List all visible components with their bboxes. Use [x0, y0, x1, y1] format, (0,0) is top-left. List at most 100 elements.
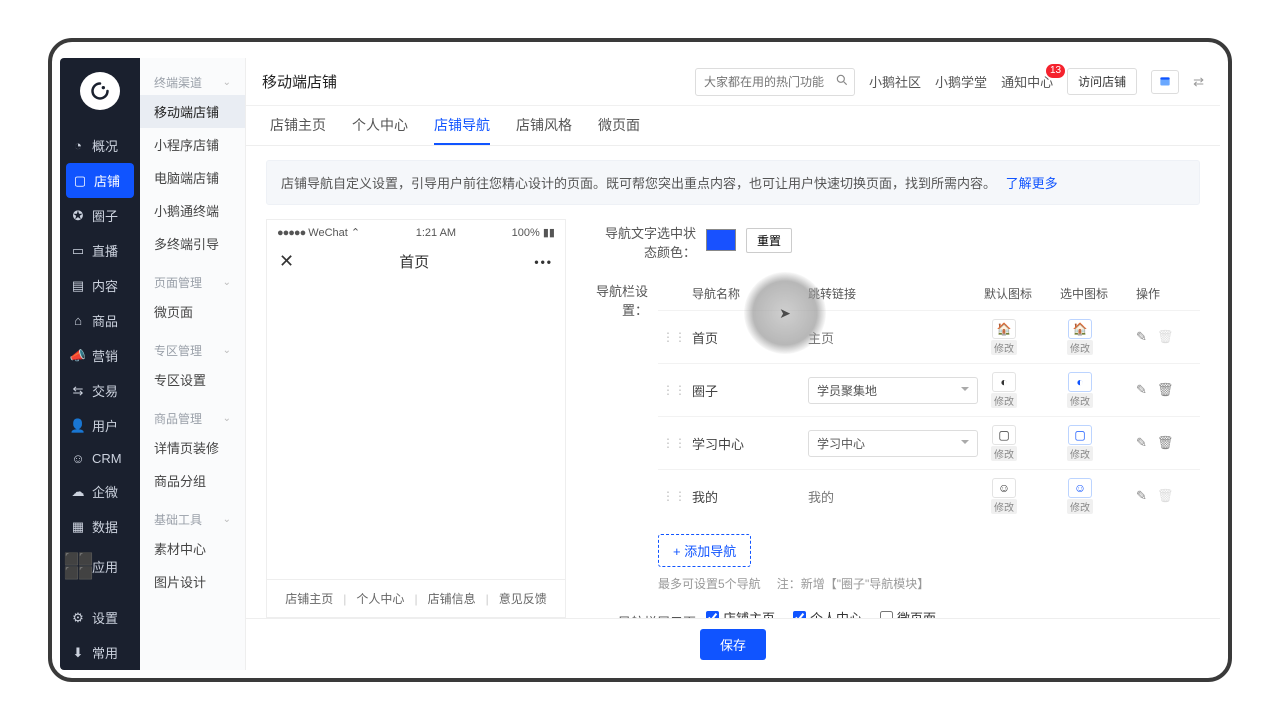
rail-item-交易[interactable]: ⇆交易	[60, 373, 140, 408]
main-area: 移动端店铺 小鹅社区 小鹅学堂 通知中心 13 访问店铺 ⇄ 店铺主页个人中心店…	[246, 58, 1220, 670]
phone-close-icon[interactable]: ✕	[279, 251, 294, 272]
banner-learn-more[interactable]: 了解更多	[1006, 176, 1058, 191]
tab-个人中心[interactable]: 个人中心	[352, 106, 408, 145]
rail-item-直播[interactable]: ▭直播	[60, 233, 140, 268]
color-swatch[interactable]	[706, 229, 736, 251]
sidebar-item-图片设计[interactable]: 图片设计	[140, 565, 245, 598]
rail-label: 概况	[92, 136, 118, 155]
rail-item-应用[interactable]: ⬛⬛⬛⬛应用	[60, 544, 140, 588]
rail-item-CRM[interactable]: ☺CRM	[60, 443, 140, 474]
display-option-店铺主页[interactable]: 店铺主页	[706, 608, 775, 618]
chevron-down-icon: ⌄	[223, 277, 231, 288]
sidebar-item-多终端引导[interactable]: 多终端引导	[140, 227, 245, 260]
drag-handle-icon[interactable]: ⋮⋮	[662, 330, 686, 344]
sidebar-item-专区设置[interactable]: 专区设置	[140, 363, 245, 396]
rail-item-设置[interactable]: ⚙设置	[60, 600, 140, 635]
sidebar-group-终端渠道[interactable]: 终端渠道⌄	[140, 68, 245, 95]
active-icon-picker[interactable]: ▢修改	[1060, 425, 1100, 461]
nav-link-select[interactable]: 学员聚集地	[808, 377, 978, 404]
swap-icon[interactable]: ⇄	[1193, 74, 1204, 90]
tab-微页面[interactable]: 微页面	[598, 106, 640, 145]
phone-footer-link[interactable]: 店铺信息	[414, 590, 475, 607]
drag-handle-icon[interactable]: ⋮⋮	[662, 383, 686, 397]
sidebar-group-专区管理[interactable]: 专区管理⌄	[140, 336, 245, 363]
sidebar-item-素材中心[interactable]: 素材中心	[140, 532, 245, 565]
active-icon-picker[interactable]: 🏠修改	[1060, 319, 1100, 355]
tab-店铺导航[interactable]: 店铺导航	[434, 106, 490, 145]
sidebar-item-详情页装修[interactable]: 详情页装修	[140, 431, 245, 464]
display-option-个人中心[interactable]: 个人中心	[793, 608, 862, 618]
rail-item-营销[interactable]: 📣营销	[60, 338, 140, 373]
add-nav-button[interactable]: + 添加导航	[658, 534, 751, 567]
color-label: 导航文字选中状态颜色：	[596, 219, 706, 261]
rail-label: 数据	[92, 517, 118, 536]
nav-row: ⋮⋮ 圈子 学员聚集地 ◐修改 ◐修改 ✎ 🗑	[658, 363, 1200, 416]
nav-name: 圈子	[692, 381, 802, 400]
link-notify[interactable]: 通知中心 13	[1001, 72, 1053, 91]
rail-item-数据[interactable]: ▦数据	[60, 509, 140, 544]
edit-icon[interactable]: ✎	[1136, 382, 1147, 398]
col-link: 跳转链接	[808, 285, 978, 302]
link-community[interactable]: 小鹅社区	[869, 72, 921, 91]
link-school[interactable]: 小鹅学堂	[935, 72, 987, 91]
default-icon-picker[interactable]: ◐修改	[984, 372, 1024, 408]
sidebar-item-小程序店铺[interactable]: 小程序店铺	[140, 128, 245, 161]
default-icon-picker[interactable]: ▢修改	[984, 425, 1024, 461]
col-active-icon: 选中图标	[1060, 285, 1130, 302]
tab-店铺主页[interactable]: 店铺主页	[270, 106, 326, 145]
settings-icon: ⚙	[70, 610, 86, 626]
rail-item-店铺[interactable]: ▢店铺	[66, 163, 134, 198]
visit-store-button[interactable]: 访问店铺	[1067, 68, 1137, 95]
sidebar-item-电脑端店铺[interactable]: 电脑端店铺	[140, 161, 245, 194]
nav-link-select[interactable]: 学习中心	[808, 430, 978, 457]
active-icon-picker[interactable]: ☺修改	[1060, 478, 1100, 514]
edit-icon[interactable]: ✎	[1136, 435, 1147, 451]
phone-footer-link[interactable]: 意见反馈	[486, 590, 547, 607]
delete-icon[interactable]: 🗑	[1157, 382, 1174, 398]
edit-icon[interactable]: ✎	[1136, 488, 1147, 504]
checkbox[interactable]	[706, 611, 719, 618]
rail-item-内容[interactable]: ▤内容	[60, 268, 140, 303]
delete-icon[interactable]: 🗑	[1157, 435, 1174, 451]
sidebar-group-商品管理[interactable]: 商品管理⌄	[140, 404, 245, 431]
left-rail: ◔概况▢店铺✪圈子▭直播▤内容⌂商品📣营销⇆交易👤用户☺CRM☁企微▦数据⬛⬛⬛…	[60, 58, 140, 670]
display-option-微页面[interactable]: 微页面	[880, 608, 936, 618]
col-ops: 操作	[1136, 285, 1196, 302]
checkbox[interactable]	[880, 611, 893, 618]
common-icon: ⬇	[70, 645, 86, 661]
rail-label: 交易	[92, 381, 118, 400]
drag-handle-icon[interactable]: ⋮⋮	[662, 489, 686, 503]
rail-item-用户[interactable]: 👤用户	[60, 408, 140, 443]
search-input[interactable]	[695, 68, 855, 96]
drag-handle-icon[interactable]: ⋮⋮	[662, 436, 686, 450]
rail-item-圈子[interactable]: ✪圈子	[60, 198, 140, 233]
default-icon-picker[interactable]: ☺修改	[984, 478, 1024, 514]
sidebar-item-微页面[interactable]: 微页面	[140, 295, 245, 328]
phone-more-icon[interactable]: •••	[534, 255, 553, 269]
rail-item-商品[interactable]: ⌂商品	[60, 303, 140, 338]
save-button[interactable]: 保存	[700, 629, 766, 660]
search-icon[interactable]	[835, 73, 849, 87]
sidebar-item-移动端店铺[interactable]: 移动端店铺	[140, 95, 245, 128]
default-icon-picker[interactable]: 🏠修改	[984, 319, 1024, 355]
edit-icon[interactable]: ✎	[1136, 329, 1147, 345]
sidebar-group-基础工具[interactable]: 基础工具⌄	[140, 505, 245, 532]
phone-footer-link[interactable]: 个人中心	[343, 590, 404, 607]
tab-店铺风格[interactable]: 店铺风格	[516, 106, 572, 145]
crm-icon: ☺	[70, 451, 86, 466]
rail-item-概况[interactable]: ◔概况	[60, 128, 140, 163]
checkbox-label: 个人中心	[810, 608, 862, 618]
rail-label: 应用	[92, 557, 118, 576]
theme-switcher[interactable]	[1151, 70, 1179, 94]
reset-button[interactable]: 重置	[746, 228, 792, 253]
checkbox[interactable]	[793, 611, 806, 618]
delete-icon: 🗑	[1157, 329, 1174, 345]
rail-label: 用户	[92, 416, 118, 435]
rail-item-企微[interactable]: ☁企微	[60, 474, 140, 509]
rail-item-常用[interactable]: ⬇常用	[60, 635, 140, 670]
active-icon-picker[interactable]: ◐修改	[1060, 372, 1100, 408]
sidebar-item-商品分组[interactable]: 商品分组	[140, 464, 245, 497]
phone-footer-link[interactable]: 店铺主页	[285, 590, 333, 607]
sidebar-item-小鹅通终端[interactable]: 小鹅通终端	[140, 194, 245, 227]
sidebar-group-页面管理[interactable]: 页面管理⌄	[140, 268, 245, 295]
